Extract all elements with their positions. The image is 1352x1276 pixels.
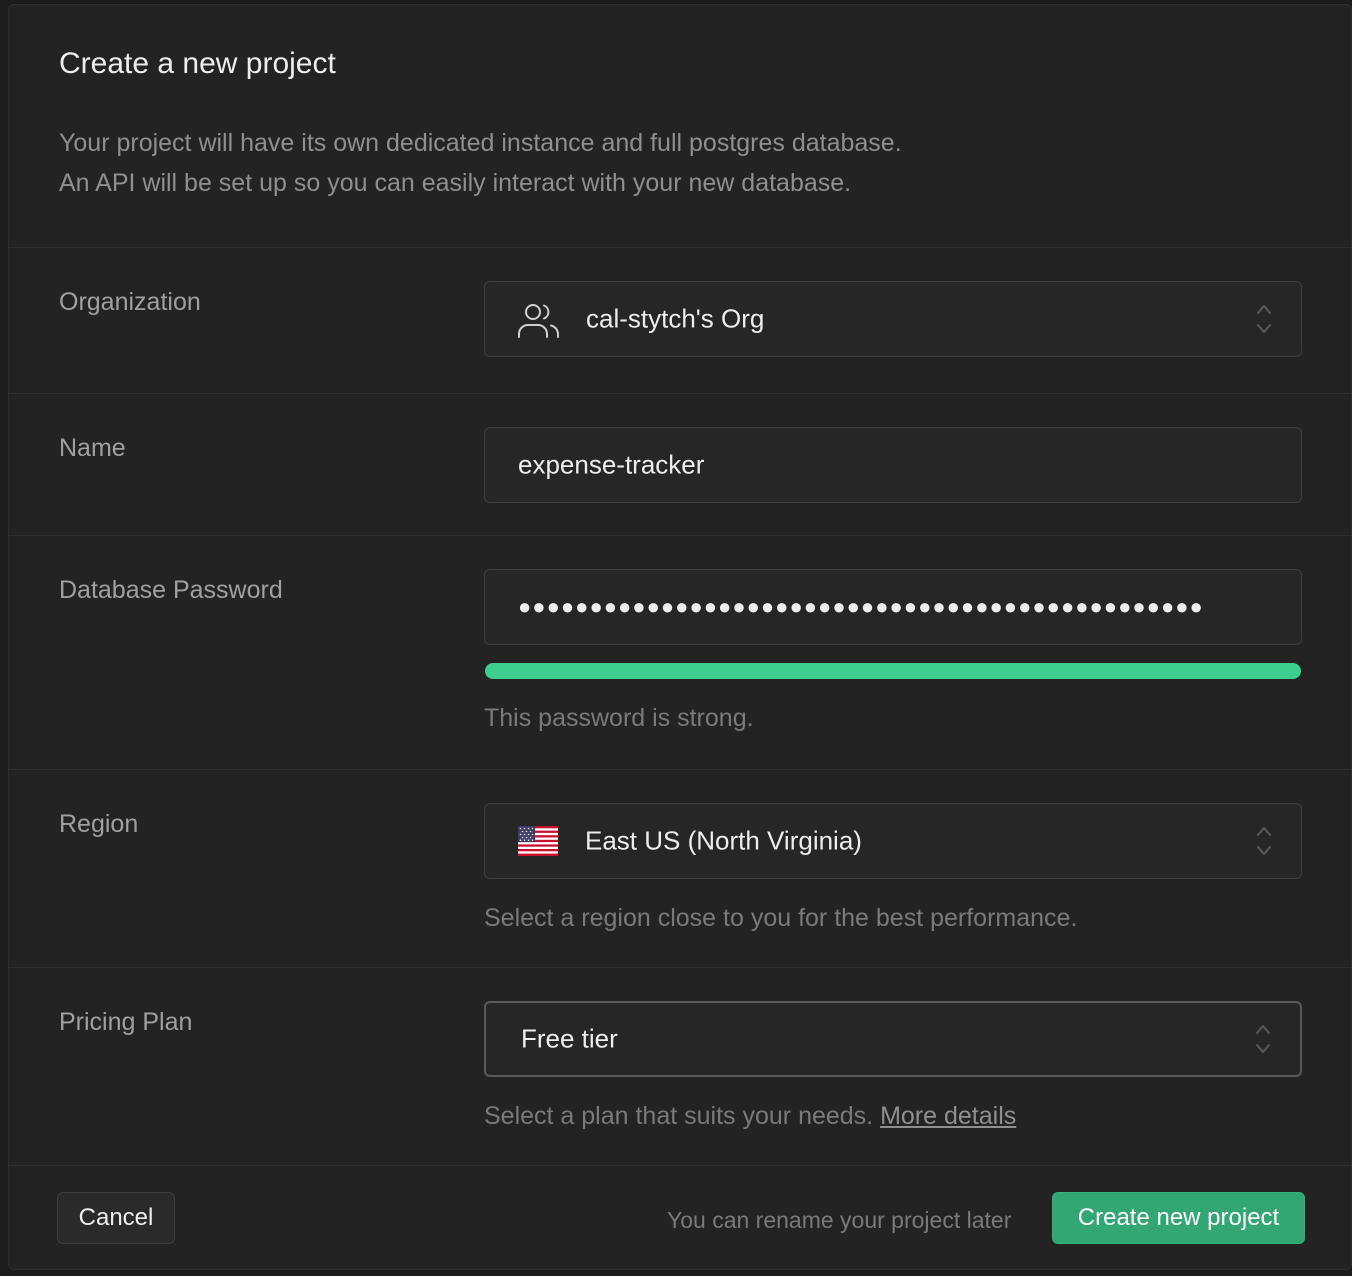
region-row: Region East US (North Virginia) Select a… [9, 770, 1351, 968]
organization-label: Organization [59, 288, 201, 316]
name-label: Name [59, 434, 126, 462]
more-details-link[interactable]: More details [880, 1102, 1016, 1130]
name-row: Name expense-tracker [9, 394, 1351, 536]
pricing-help-text: Select a plan that suits your needs. [484, 1102, 881, 1130]
description-line-2: An API will be set up so you can easily … [59, 169, 852, 197]
create-project-dialog: Create a new project Your project will h… [8, 4, 1352, 1270]
pricing-label: Pricing Plan [59, 1008, 193, 1036]
pricing-value: Free tier [521, 1023, 618, 1054]
name-value: expense-tracker [518, 449, 705, 480]
chevron-up-down-icon [1255, 824, 1273, 858]
description-line-1: Your project will have its own dedicated… [59, 129, 902, 157]
password-row: Database Password ●●●●●●●●●●●●●●●●●●●●●●… [9, 536, 1351, 770]
password-strength-bar [485, 663, 1301, 679]
region-value: East US (North Virginia) [585, 825, 862, 856]
password-input[interactable]: ●●●●●●●●●●●●●●●●●●●●●●●●●●●●●●●●●●●●●●●●… [484, 569, 1302, 645]
pricing-help: Select a plan that suits your needs. Mor… [484, 1102, 1016, 1131]
rename-note: You can rename your project later [667, 1207, 1012, 1233]
name-input[interactable]: expense-tracker [484, 427, 1302, 503]
create-project-button[interactable]: Create new project [1052, 1192, 1305, 1244]
region-label: Region [59, 810, 139, 838]
cancel-button[interactable]: Cancel [57, 1192, 175, 1244]
chevron-up-down-icon [1254, 1022, 1272, 1056]
pricing-select[interactable]: Free tier [484, 1001, 1302, 1077]
region-select[interactable]: East US (North Virginia) [484, 803, 1302, 879]
dialog-description: Your project will have its own dedicated… [59, 123, 902, 203]
pricing-row: Pricing Plan Free tier Select a plan tha… [9, 968, 1351, 1166]
password-label: Database Password [59, 576, 283, 604]
dialog-header: Create a new project Your project will h… [9, 5, 1351, 248]
password-value: ●●●●●●●●●●●●●●●●●●●●●●●●●●●●●●●●●●●●●●●●… [518, 594, 1204, 619]
us-flag-icon [518, 826, 558, 856]
password-strength-text: This password is strong. [484, 704, 754, 732]
organization-value: cal-stytch's Org [586, 303, 765, 334]
organization-select[interactable]: cal-stytch's Org [484, 281, 1302, 357]
region-help-text: Select a region close to you for the bes… [484, 904, 1078, 932]
users-icon [517, 301, 561, 339]
dialog-footer: Cancel You can rename your project later… [9, 1169, 1351, 1269]
organization-row: Organization cal-stytch's Org [9, 248, 1351, 394]
dialog-title: Create a new project [59, 47, 336, 80]
chevron-up-down-icon [1255, 302, 1273, 336]
